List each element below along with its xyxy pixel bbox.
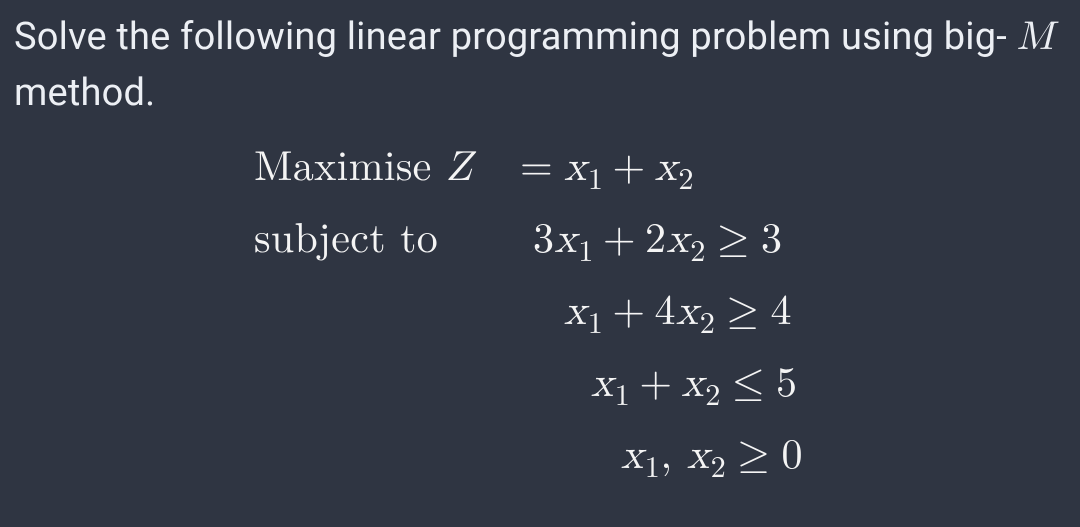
ge-sign: ≥ — [715, 291, 770, 333]
equals-sign: = — [509, 147, 564, 189]
ge-sign: ≥ — [706, 219, 761, 261]
constraint-1-expression: 3x1+2x2≥3 — [509, 215, 783, 270]
constraint-3-expression: x1+x2≤5 — [509, 359, 798, 414]
variable-Z: Z — [446, 147, 472, 189]
constraint-3-row: x1+x2≤5 — [254, 359, 1066, 419]
constraint-1-row: subject to 3x1+2x2≥3 — [254, 215, 1066, 275]
nonnegativity-row: x1, x2≥0 — [254, 431, 1066, 491]
math-block: Maximise Z =x1+x2 subject to 3x1+2x2≥3 x… — [254, 143, 1066, 491]
ge-sign: ≥ — [726, 435, 781, 477]
problem-prompt: Solve the following linear programming p… — [14, 8, 1066, 121]
constraint-2-expression: x1+4x2≥4 — [509, 287, 792, 342]
prompt-variable-M: M — [1017, 17, 1054, 57]
prompt-text-after: method. — [14, 71, 155, 115]
problem-container: Solve the following linear programming p… — [0, 0, 1080, 511]
label-subject-to: subject to — [254, 215, 509, 265]
constraint-2-row: x1+4x2≥4 — [254, 287, 1066, 347]
nonnegativity-expression: x1, x2≥0 — [509, 431, 803, 486]
objective-row: Maximise Z =x1+x2 — [254, 143, 1066, 203]
le-sign: ≤ — [721, 363, 776, 405]
objective-expression: =x1+x2 — [509, 143, 694, 198]
label-maximise: Maximise Z — [254, 143, 509, 193]
prompt-text-before: Solve the following linear programming p… — [14, 15, 1017, 59]
